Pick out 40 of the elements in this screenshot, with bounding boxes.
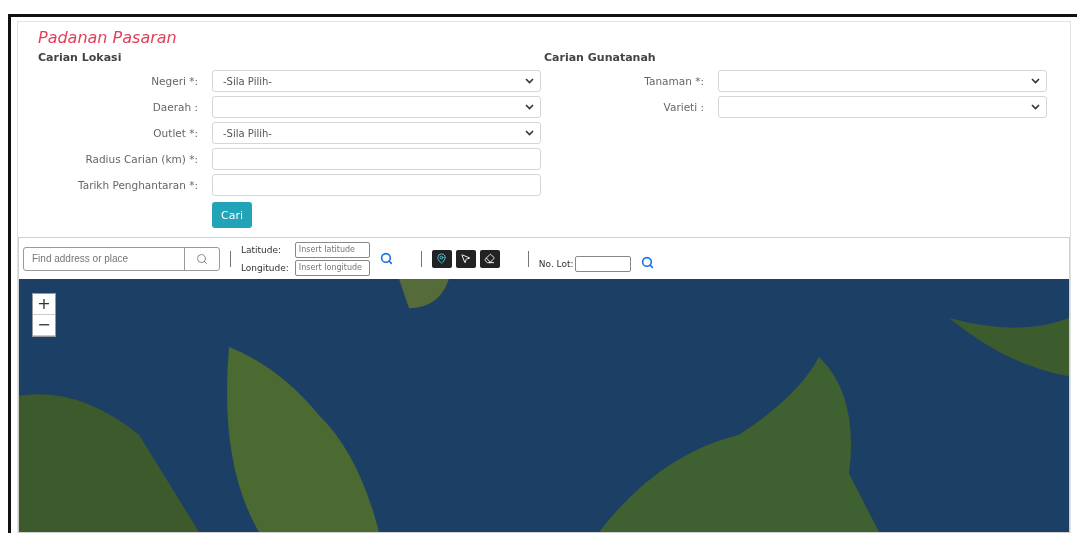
pin-tool-button[interactable] (431, 249, 452, 268)
field-label: Varieti : (662, 101, 704, 113)
field-label: Tanaman *: (643, 75, 704, 87)
caret-icon (525, 130, 534, 136)
dropdown[interactable]: -Sila Pilih- (212, 122, 541, 144)
lot-field[interactable] (574, 255, 631, 272)
dropdown[interactable] (212, 96, 541, 118)
section-heading: Carian Gunatanah (544, 51, 657, 64)
satellite-map-drawing[interactable] (19, 279, 1069, 532)
field-label: Negeri *: (150, 75, 198, 87)
latitude-label: Latitude: (241, 244, 283, 255)
longitude-label: Longitude: (241, 262, 289, 273)
pointer-tool-button[interactable] (455, 249, 476, 268)
search-icon[interactable] (379, 252, 393, 265)
field-label: Tarikh Penghantaran *: (77, 179, 198, 191)
longitude-field[interactable]: Insert longitude (294, 259, 370, 276)
lot-label: No. Lot: (538, 258, 574, 269)
dropdown[interactable]: -Sila Pilih- (212, 70, 541, 92)
caret-icon (1031, 104, 1040, 110)
zoom-out-button[interactable]: − (33, 315, 55, 336)
input-field[interactable] (212, 174, 541, 196)
page-title: Padanan Pasaran (38, 28, 178, 47)
zoom-in-button[interactable]: + (33, 294, 55, 315)
eraser-icon (484, 253, 496, 264)
field-label: Outlet *: (152, 127, 198, 139)
pointer-icon (460, 253, 472, 264)
dropdown[interactable] (718, 70, 1047, 92)
dropdown[interactable] (718, 96, 1047, 118)
field-label: Daerah : (151, 101, 198, 113)
eraser-tool-button[interactable] (479, 249, 500, 268)
section-heading: Carian Lokasi (38, 51, 123, 64)
input-field[interactable] (212, 148, 541, 170)
pin-icon (436, 253, 448, 264)
caret-icon (525, 104, 534, 110)
caret-icon (525, 78, 534, 84)
latitude-field[interactable]: Insert latitude (294, 241, 370, 258)
address-search-field[interactable]: Find address or place (23, 246, 220, 271)
search-icon[interactable] (640, 256, 654, 269)
caret-icon (1031, 78, 1040, 84)
field-label: Radius Carian (km) *: (84, 153, 198, 165)
